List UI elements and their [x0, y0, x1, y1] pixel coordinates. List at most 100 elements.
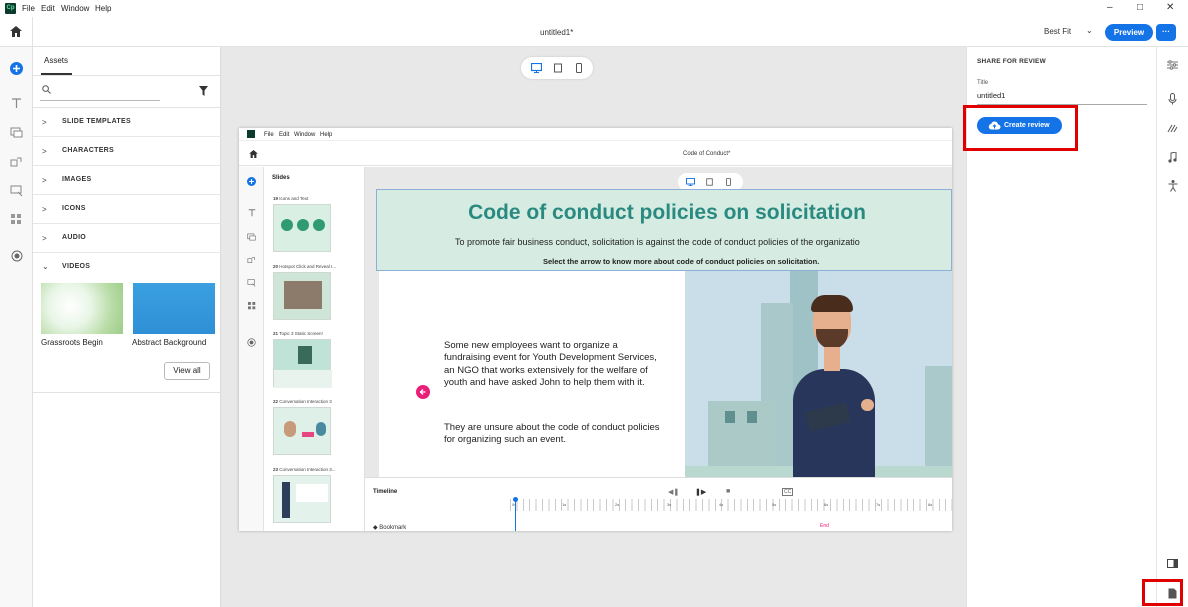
- step-back-icon: ◀❚: [668, 489, 680, 496]
- category-characters[interactable]: > CHARACTERS: [33, 137, 221, 166]
- highlight-box: [1142, 579, 1183, 606]
- record-tool[interactable]: [8, 247, 25, 264]
- chevron-right-icon: >: [42, 176, 47, 185]
- inner-app-logo-icon: [247, 130, 255, 138]
- slide-label: 21 Topic 3 Static Screen!: [273, 331, 323, 336]
- maximize-button[interactable]: □: [1137, 2, 1143, 13]
- category-label: SLIDE TEMPLATES: [62, 118, 131, 125]
- timeline-tick: 1s: [562, 502, 567, 507]
- timeline-tick: 5s: [772, 502, 777, 507]
- more-options-button[interactable]: ···: [1156, 24, 1176, 41]
- panel-toggle-icon[interactable]: [1167, 559, 1178, 568]
- search-icon: [42, 85, 51, 94]
- inner-slides-label: Slides: [272, 175, 290, 181]
- tablet-icon[interactable]: [554, 63, 562, 73]
- properties-icon[interactable]: [1167, 60, 1178, 70]
- menu-edit[interactable]: Edit: [41, 4, 55, 13]
- category-label: ICONS: [62, 205, 86, 212]
- slide-thumbnail: [273, 204, 331, 252]
- add-button[interactable]: [8, 60, 25, 77]
- inner-slides-panel: Slides 19 Icons and Text 20 Hotspot Clic…: [264, 167, 365, 531]
- media-tool[interactable]: [8, 124, 25, 141]
- assets-panel: Assets > SLIDE TEMPLATES > CHARACTERS > …: [33, 47, 221, 607]
- video-name: Abstract Background: [132, 338, 207, 347]
- inner-media-icon: [247, 233, 256, 241]
- timeline-end-marker: End: [820, 523, 829, 529]
- microphone-icon[interactable]: [1168, 93, 1177, 105]
- category-label: AUDIO: [62, 234, 87, 241]
- interactions-tool[interactable]: [8, 153, 25, 170]
- category-label: VIDEOS: [62, 263, 91, 270]
- slide-label: 20 Hotspot Click and Reveal I...: [273, 264, 337, 269]
- mobile-icon[interactable]: [576, 63, 582, 73]
- chevron-down-icon[interactable]: ⌄: [1086, 26, 1093, 35]
- divider: [33, 75, 221, 76]
- menu-window[interactable]: Window: [61, 4, 89, 13]
- video-thumbnail-grassroots[interactable]: [41, 283, 123, 334]
- inner-menu-file: File: [264, 132, 274, 138]
- preview-button[interactable]: Preview: [1105, 24, 1153, 41]
- widgets-icon: [10, 185, 23, 196]
- slide-header-region: Code of conduct policies on solicitation…: [376, 189, 952, 271]
- accessibility-icon[interactable]: [1168, 180, 1178, 192]
- menu-help[interactable]: Help: [95, 4, 111, 13]
- slide-illustration: [685, 271, 952, 477]
- category-slide-templates[interactable]: > SLIDE TEMPLATES: [33, 108, 221, 137]
- slide-thumbnail: [273, 475, 331, 523]
- captions-icon: CC: [782, 488, 794, 496]
- category-videos[interactable]: ⌄ VIDEOS: [33, 253, 221, 282]
- inner-layout-icon: [248, 302, 256, 310]
- inner-widgets-icon: [247, 279, 256, 287]
- category-audio[interactable]: > AUDIO: [33, 224, 221, 253]
- inner-menu-edit: Edit: [279, 132, 290, 138]
- inner-text-icon: [248, 209, 256, 217]
- stop-icon: ■: [726, 488, 731, 495]
- title-bar: untitled1* Best Fit ⌄ Preview ···: [0, 17, 1188, 47]
- timeline-tick-labels: 0s 1s 2s 3s 4s 5s 6s 7s 8s: [510, 502, 952, 510]
- timeline-tick: 6s: [824, 502, 829, 507]
- slide-label: 22 Conversation Interaction 3: [273, 399, 332, 404]
- chevron-right-icon: >: [42, 118, 47, 127]
- category-images[interactable]: > IMAGES: [33, 166, 221, 195]
- divider: [33, 392, 221, 393]
- animation-icon[interactable]: [1167, 124, 1178, 133]
- category-label: IMAGES: [62, 176, 92, 183]
- inner-desktop-icon: [686, 178, 695, 186]
- close-button[interactable]: ✕: [1166, 2, 1174, 13]
- play-icon: ❚▶: [695, 489, 707, 496]
- chevron-right-icon: >: [42, 147, 47, 156]
- video-thumbnail-abstract[interactable]: [133, 283, 215, 334]
- home-icon: [10, 26, 22, 37]
- inner-menu-bar: File Edit Window Help: [239, 128, 952, 140]
- app-logo-icon: Cp: [5, 3, 16, 14]
- menu-file[interactable]: File: [22, 4, 35, 13]
- title-input[interactable]: untitled1: [977, 91, 1147, 105]
- home-button[interactable]: [0, 17, 33, 47]
- text-tool[interactable]: [8, 95, 25, 112]
- left-toolbar: [0, 47, 33, 607]
- media-icon: [10, 127, 23, 138]
- bookmark-row: ◆ Bookmark: [373, 525, 407, 531]
- timeline-tick: 8s: [928, 502, 933, 507]
- desktop-icon[interactable]: [531, 63, 542, 73]
- assets-tab[interactable]: Assets: [44, 56, 68, 65]
- layout-tool[interactable]: [8, 211, 25, 228]
- search-input[interactable]: [40, 82, 160, 101]
- add-icon: [10, 62, 23, 75]
- slide-paragraph: They are unsure about the code of conduc…: [444, 422, 660, 446]
- slide-paragraph: Some new employees want to organize a fu…: [444, 340, 657, 389]
- category-icons[interactable]: > ICONS: [33, 195, 221, 224]
- slide-instruction: Select the arrow to know more about code…: [543, 257, 820, 266]
- view-all-button[interactable]: View all: [164, 362, 210, 380]
- widgets-tool[interactable]: [8, 182, 25, 199]
- timeline-tick: 2s: [615, 502, 620, 507]
- minimize-button[interactable]: –: [1107, 2, 1113, 13]
- music-note-icon[interactable]: [1168, 152, 1177, 163]
- text-icon: [12, 98, 21, 108]
- chevron-right-icon: >: [42, 205, 47, 214]
- filter-icon[interactable]: [199, 86, 208, 96]
- inner-mobile-icon: [726, 178, 731, 186]
- chevron-right-icon: >: [42, 234, 47, 243]
- zoom-select[interactable]: Best Fit: [1044, 27, 1071, 36]
- inner-left-toolbar: [239, 167, 264, 531]
